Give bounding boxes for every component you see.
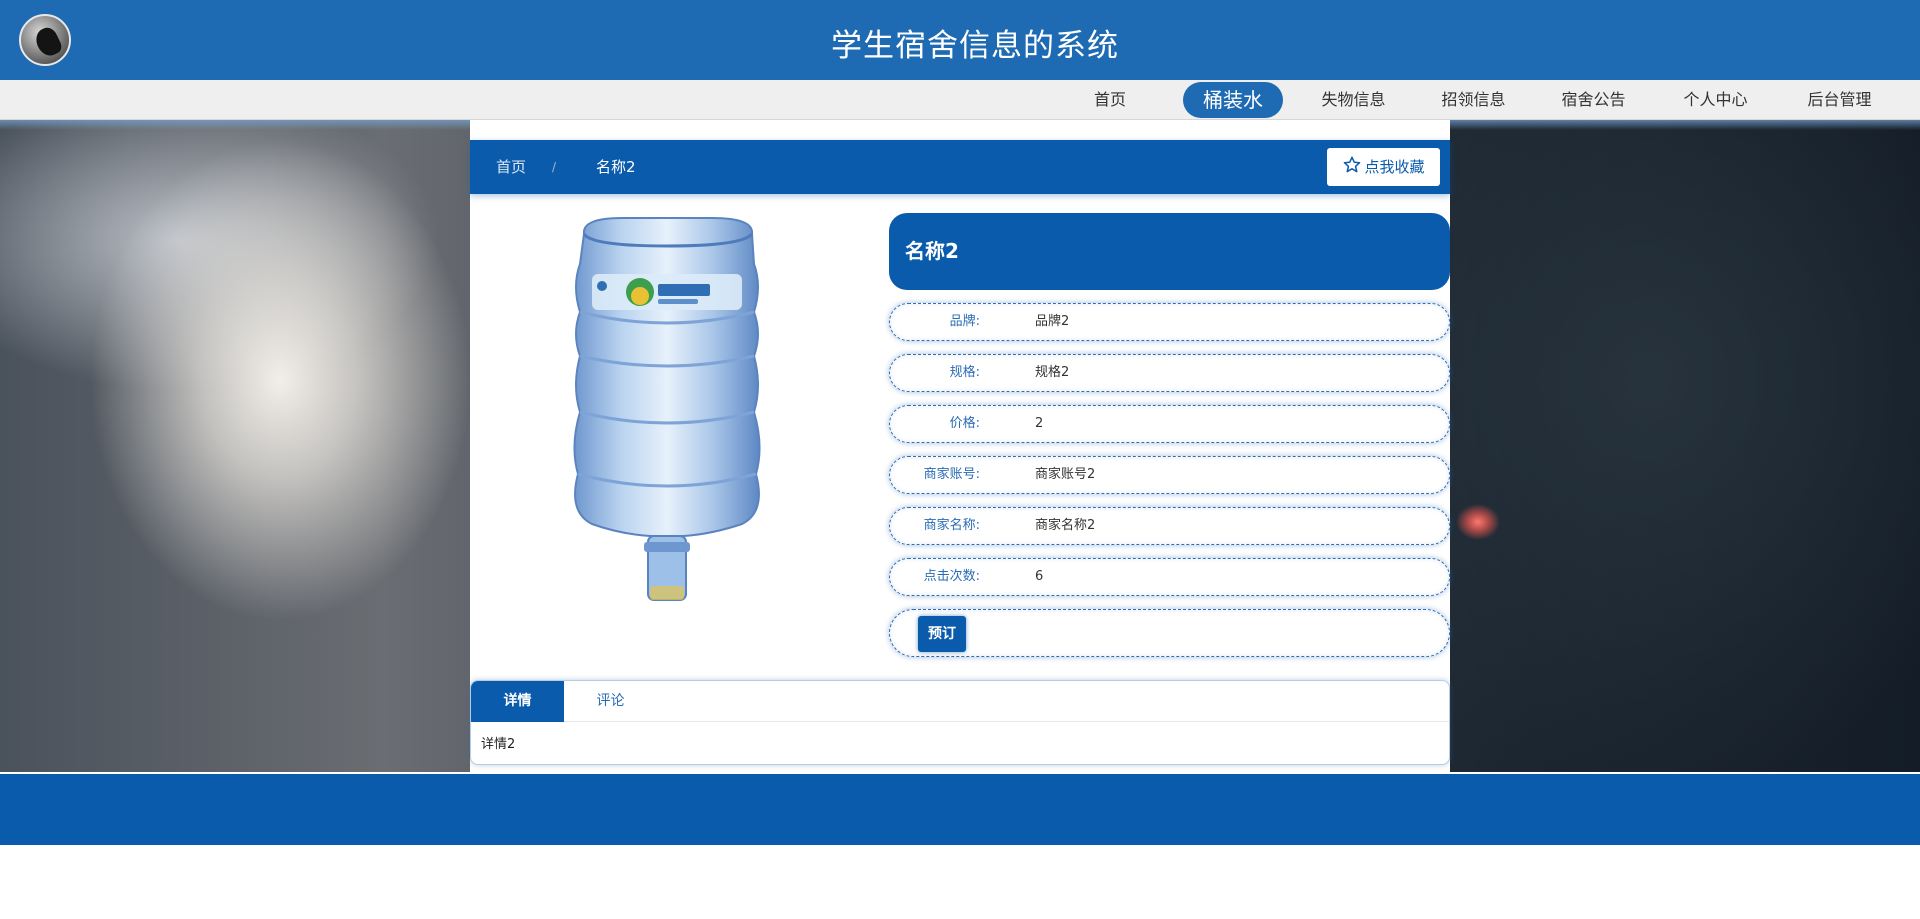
main-nav: 首页 桶装水 失物信息 招领信息 宿舍公告 个人中心 后台管理 (0, 80, 1920, 120)
field-row-brand: 品牌: 品牌2 (889, 303, 1450, 341)
breadcrumb-current: 名称2 (596, 158, 636, 176)
page-footer (0, 774, 1920, 845)
water-bottle-image (573, 217, 761, 601)
nav-item-personal-center[interactable]: 个人中心 (1673, 80, 1758, 120)
field-label: 品牌: (949, 314, 980, 329)
detail-panel: 首页 / 名称2 点我收藏 名称2 品牌: 品牌2 规格: 规格2 价格: 2 … (470, 120, 1450, 772)
order-row: 预订 (889, 609, 1450, 657)
field-row-merchant-account: 商家账号: 商家账号2 (889, 456, 1450, 494)
field-value: 2 (1035, 416, 1044, 431)
field-row-merchant-name: 商家名称: 商家名称2 (889, 507, 1450, 545)
field-label: 商家账号: (923, 467, 980, 482)
tab-content: 详情2 (481, 737, 516, 752)
favorite-button[interactable]: 点我收藏 (1327, 148, 1440, 186)
background-stage: 首页 / 名称2 点我收藏 名称2 品牌: 品牌2 规格: 规格2 价格: 2 … (0, 120, 1920, 772)
field-row-click-count: 点击次数: 6 (889, 558, 1450, 596)
nav-item-dorm-notices[interactable]: 宿舍公告 (1551, 80, 1636, 120)
field-value: 规格2 (1035, 365, 1070, 380)
breadcrumb-home-link[interactable]: 首页 (496, 140, 526, 194)
order-button[interactable]: 预订 (918, 616, 966, 652)
product-name: 名称2 (905, 239, 959, 263)
field-label: 商家名称: (923, 518, 980, 533)
field-row-price: 价格: 2 (889, 405, 1450, 443)
field-value: 6 (1035, 569, 1044, 584)
field-value: 商家账号2 (1035, 467, 1096, 482)
nav-item-lost-items[interactable]: 失物信息 (1311, 80, 1396, 120)
nav-item-home[interactable]: 首页 (1080, 80, 1140, 120)
nav-item-bottled-water[interactable]: 桶装水 (1183, 82, 1283, 118)
favorite-label: 点我收藏 (1364, 158, 1425, 176)
star-outline-icon (1344, 156, 1361, 173)
site-title: 学生宿舍信息的系统 (831, 28, 1119, 64)
field-label: 点击次数: (923, 569, 980, 584)
field-value: 品牌2 (1035, 314, 1070, 329)
top-header: 学生宿舍信息的系统 (0, 0, 1920, 80)
breadcrumb-separator: / (552, 160, 557, 174)
field-label: 价格: (949, 416, 980, 431)
tab-header: 详情 评论 (471, 681, 1449, 722)
breadcrumb: 首页 / 名称2 点我收藏 (470, 140, 1450, 194)
field-row-spec: 规格: 规格2 (889, 354, 1450, 392)
detail-tabs: 详情 评论 详情2 (470, 680, 1450, 765)
field-value: 商家名称2 (1035, 518, 1096, 533)
nav-item-found-items[interactable]: 招领信息 (1431, 80, 1516, 120)
field-label: 规格: (949, 365, 980, 380)
tab-details[interactable]: 详情 (471, 681, 564, 722)
tab-comments[interactable]: 评论 (564, 681, 657, 722)
nav-item-admin[interactable]: 后台管理 (1797, 80, 1882, 120)
product-name-header: 名称2 (889, 213, 1450, 290)
